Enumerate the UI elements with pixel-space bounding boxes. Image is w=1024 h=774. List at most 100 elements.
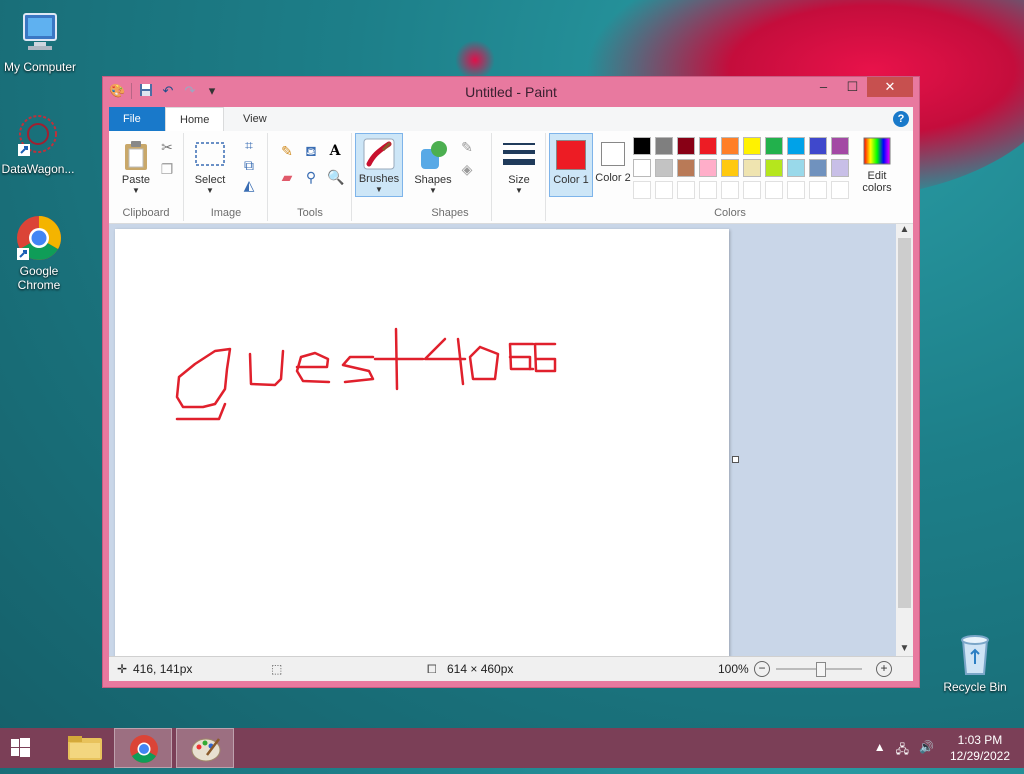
drawing-canvas[interactable] [115,229,729,659]
window-title: Untitled - Paint [465,84,557,100]
cut-icon[interactable]: ✂ [159,139,175,155]
brush-icon [363,138,395,170]
magnifier-icon[interactable]: 🔍 [327,169,344,185]
pencil-icon[interactable]: ✎ [279,143,295,159]
minimize-button[interactable]: – [809,77,838,97]
scroll-down-icon[interactable]: ▼ [896,643,913,657]
tab-home[interactable]: Home [165,107,225,132]
fill-icon[interactable]: ⛾ [303,143,319,159]
brushes-button[interactable]: Brushes ▼ [355,133,403,197]
colors-group-label: Colors [714,207,746,219]
taskbar-file-explorer[interactable] [56,728,114,768]
rotate-icon[interactable]: ◭ [241,177,257,193]
color-palette [633,137,849,199]
desktop-icon-my-computer[interactable]: My Computer [0,10,80,74]
tab-file[interactable]: File [109,107,165,131]
scroll-up-icon[interactable]: ▲ [896,224,913,238]
maximize-button[interactable]: ☐ [838,77,867,97]
shapes-label: Shapes [414,174,452,186]
eraser-icon[interactable]: ▰ [279,169,295,185]
help-icon[interactable]: ? [893,111,909,127]
shapes-button[interactable]: Shapes ▼ [413,139,453,195]
custom-color-slot[interactable] [655,181,673,199]
canvas-size-icon: ⧠ [427,662,437,676]
vertical-scrollbar[interactable]: ▲ ▼ [896,224,913,657]
desktop-icon-label: DataWagon... [1,162,75,176]
taskbar-clock[interactable]: 1:03 PM 12/29/2022 [950,732,1010,764]
color1-button[interactable]: Color 1 [549,133,593,197]
zoom-slider-thumb[interactable] [816,662,826,677]
taskbar: ▲ 🖧 🔊 1:03 PM 12/29/2022 [0,728,1024,768]
scroll-thumb[interactable] [898,238,911,608]
select-icon [194,139,226,171]
start-button[interactable] [0,728,58,768]
palette-swatch[interactable] [677,159,695,177]
custom-color-slot[interactable] [699,181,717,199]
desktop-icon-datawagon[interactable]: DataWagon... [0,112,78,176]
show-hidden-icons-icon[interactable]: ▲ [874,740,886,761]
size-button[interactable]: Size ▼ [499,139,539,195]
paste-icon [120,139,152,171]
custom-color-slot[interactable] [633,181,651,199]
palette-swatch[interactable] [787,137,805,155]
outline-icon[interactable]: ✎ [459,139,475,155]
desktop-icon-recycle-bin[interactable]: Recycle Bin [935,630,1015,694]
color-picker-icon[interactable]: ⚲ [303,169,319,185]
recycle-bin-icon [951,630,999,678]
palette-swatch[interactable] [699,137,717,155]
palette-swatch[interactable] [743,159,761,177]
close-button[interactable]: ✕ [867,77,913,97]
palette-swatch[interactable] [831,137,849,155]
palette-swatch[interactable] [743,137,761,155]
volume-icon[interactable]: 🔊 [919,740,934,761]
palette-swatch[interactable] [809,159,827,177]
windows-logo-icon [11,738,30,757]
palette-swatch[interactable] [721,137,739,155]
canvas-resize-handle[interactable] [732,456,739,463]
zoom-in-button[interactable]: + [876,661,892,677]
custom-color-slot[interactable] [677,181,695,199]
palette-swatch[interactable] [787,159,805,177]
palette-swatch[interactable] [633,137,651,155]
text-icon[interactable]: A [327,143,343,159]
palette-swatch[interactable] [721,159,739,177]
custom-color-slot[interactable] [831,181,849,199]
copy-icon[interactable]: ❐ [159,161,175,177]
chrome-icon [15,214,63,262]
palette-swatch[interactable] [765,137,783,155]
clock-date: 12/29/2022 [949,749,1010,763]
custom-color-slot[interactable] [787,181,805,199]
palette-swatch[interactable] [677,137,695,155]
paint-window: 🎨 ↶ ↷ ▾ Untitled - Paint – ☐ ✕ File Home… [102,76,920,688]
custom-color-slot[interactable] [809,181,827,199]
palette-swatch[interactable] [633,159,651,177]
resize-icon[interactable]: ⧉ [241,157,257,173]
color2-button[interactable]: Color 2 [595,133,631,195]
title-bar[interactable]: 🎨 ↶ ↷ ▾ Untitled - Paint – ☐ ✕ [103,77,919,107]
zoom-out-button[interactable]: − [754,661,770,677]
fill-shape-icon[interactable]: ◈ [459,161,475,177]
image-group-label: Image [210,207,242,219]
custom-color-slot[interactable] [721,181,739,199]
crop-icon[interactable]: ⌗ [241,137,257,153]
palette-swatch[interactable] [831,159,849,177]
taskbar-paint[interactable] [176,728,234,768]
edit-colors-button[interactable]: Edit colors [855,135,899,194]
select-button[interactable]: Select ▼ [191,139,229,195]
tab-view[interactable]: View [229,107,281,131]
tools-group-label: Tools [297,207,323,219]
computer-icon [16,10,64,58]
brushes-group: Brushes ▼ [353,133,409,221]
taskbar-google-chrome[interactable] [114,728,172,768]
palette-swatch[interactable] [809,137,827,155]
palette-swatch[interactable] [699,159,717,177]
network-icon[interactable]: 🖧 [896,740,909,761]
palette-swatch[interactable] [655,137,673,155]
palette-swatch[interactable] [765,159,783,177]
custom-color-slot[interactable] [743,181,761,199]
palette-swatch[interactable] [655,159,673,177]
custom-color-slot[interactable] [765,181,783,199]
shapes-icon [417,139,449,171]
paste-button[interactable]: Paste ▼ [117,139,155,195]
desktop-icon-google-chrome[interactable]: Google Chrome [0,214,79,292]
